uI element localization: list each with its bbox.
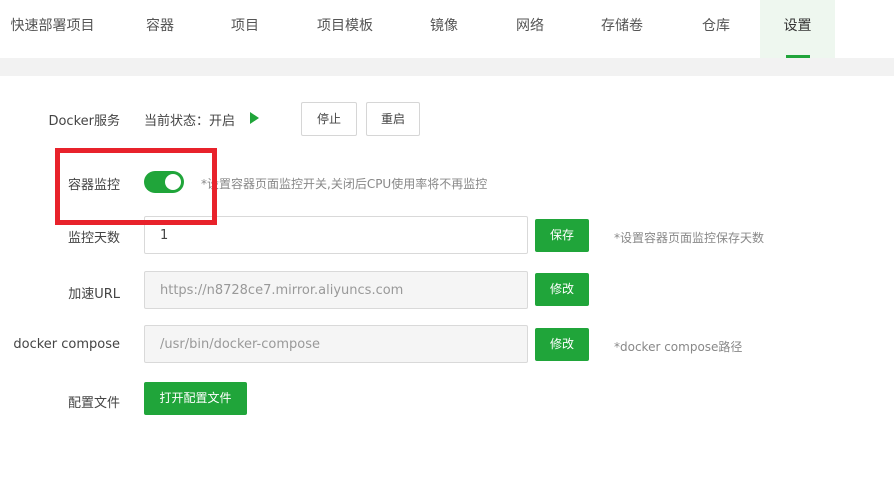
container-monitor-toggle[interactable] [144, 171, 184, 193]
tab-bar: 快速部署项目 容器 项目 项目模板 镜像 网络 存储卷 仓库 设置 [0, 0, 894, 58]
tab-registry[interactable]: 仓库 [684, 0, 748, 58]
docker-compose-input[interactable] [144, 325, 528, 363]
tab-project-templates[interactable]: 项目模板 [302, 0, 388, 58]
edit-accel-url-button[interactable]: 修改 [535, 273, 589, 306]
tab-networks[interactable]: 网络 [498, 0, 562, 58]
accel-url-input[interactable] [144, 271, 528, 309]
tab-divider [0, 58, 894, 76]
edit-compose-button[interactable]: 修改 [535, 328, 589, 361]
compose-hint: *docker compose路径 [614, 340, 743, 354]
tab-images[interactable]: 镜像 [412, 0, 476, 58]
play-icon [250, 112, 259, 124]
container-monitor-label: 容器监控 [67, 178, 120, 193]
docker-status-text: 当前状态：开启 [144, 114, 236, 129]
stop-button[interactable]: 停止 [301, 102, 357, 136]
open-config-button[interactable]: 打开配置文件 [144, 382, 247, 415]
monitor-days-input[interactable] [144, 216, 528, 254]
monitor-days-hint: *设置容器页面监控保存天数 [614, 231, 765, 245]
tab-containers[interactable]: 容器 [128, 0, 192, 58]
tab-projects[interactable]: 项目 [213, 0, 277, 58]
tab-settings[interactable]: 设置 [760, 0, 835, 58]
save-button[interactable]: 保存 [535, 219, 589, 252]
docker-compose-label: docker compose [13, 337, 120, 352]
docker-service-label: Docker服务 [48, 114, 120, 129]
monitor-hint: *设置容器页面监控开关,关闭后CPU使用率将不再监控 [201, 177, 488, 191]
restart-button[interactable]: 重启 [366, 102, 420, 136]
accel-url-label: 加速URL [68, 287, 120, 302]
tab-volumes[interactable]: 存储卷 [590, 0, 654, 58]
config-file-label: 配置文件 [67, 396, 120, 411]
monitor-days-label: 监控天数 [67, 231, 120, 246]
toggle-knob [165, 174, 181, 190]
tab-quick-deploy[interactable]: 快速部署项目 [0, 0, 105, 58]
